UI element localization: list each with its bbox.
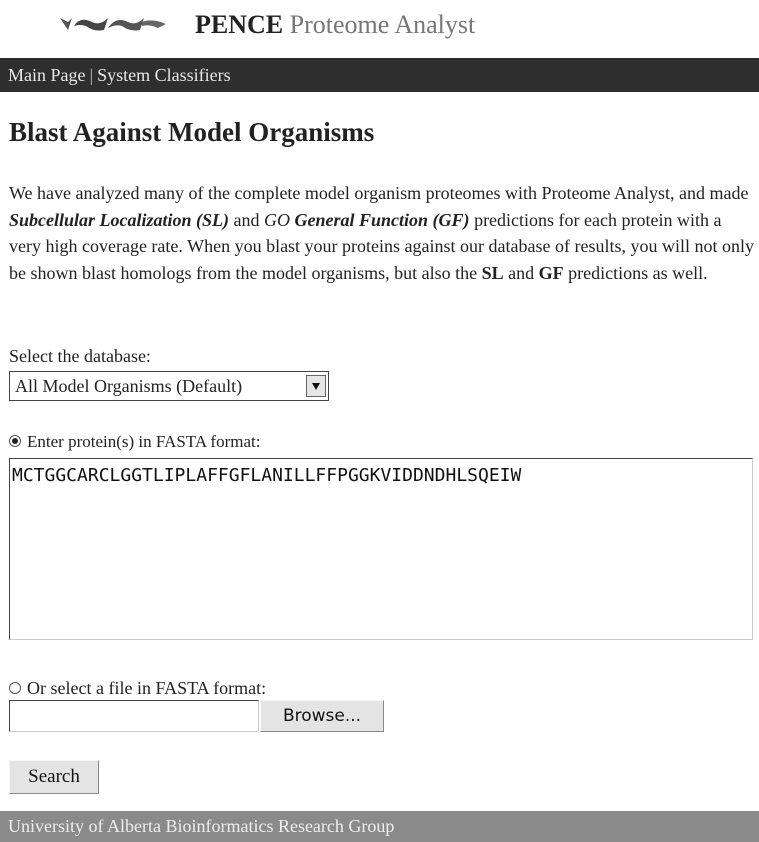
fasta-file-option[interactable]: Or select a file in FASTA format: (9, 677, 266, 699)
description-text: predictions as well. (563, 262, 708, 283)
description-text: We have analyzed many of the complete mo… (9, 183, 749, 203)
brand-name-bold: PENCE (195, 10, 284, 39)
database-select[interactable]: All Model Organisms (Default) (9, 371, 329, 401)
pence-logo-icon (60, 18, 166, 31)
nav-link-main-page[interactable]: Main Page (8, 65, 85, 85)
footer-bar: University of Alberta Bioinformatics Res… (0, 811, 759, 842)
brand-title[interactable]: PENCE Proteome Analyst (195, 10, 475, 40)
page-title: Blast Against Model Organisms (9, 117, 375, 147)
site-header: PENCE Proteome Analyst (0, 0, 759, 56)
go-term: GO (264, 209, 291, 230)
nav-link-system-classifiers[interactable]: System Classifiers (97, 65, 231, 85)
sl-term: Subcellular Localization (SL) (9, 209, 230, 230)
fasta-text-radio[interactable] (9, 435, 21, 448)
fasta-file-radio-label: Or select a file in FASTA format: (27, 678, 267, 698)
brand-name-rest: Proteome Analyst (289, 10, 476, 39)
fasta-sequence-textarea[interactable]: MCTGGCARCLGGTLIPLAFFGFLANILLFFPGGKVIDDND… (9, 458, 753, 640)
chevron-down-icon[interactable] (306, 375, 326, 397)
description-text: and (229, 209, 265, 230)
file-path-input[interactable] (9, 700, 259, 732)
search-button[interactable]: Search (9, 760, 99, 794)
top-nav-bar: Main Page | System Classifiers (0, 58, 759, 92)
page-description: We have analyzed many of the complete mo… (9, 180, 757, 286)
gf-term: General Function (GF) (294, 209, 470, 230)
fasta-text-option[interactable]: Enter protein(s) in FASTA format: (9, 431, 260, 453)
nav-separator: | (89, 65, 94, 85)
fasta-text-radio-label: Enter protein(s) in FASTA format: (27, 432, 261, 451)
browse-button[interactable]: Browse... (260, 700, 384, 732)
database-select-value: All Model Organisms (Default) (15, 376, 243, 396)
description-text: and (503, 262, 539, 283)
sl-short-term: SL (481, 262, 504, 283)
fasta-file-radio[interactable] (9, 681, 21, 694)
gf-short-term: GF (538, 262, 564, 283)
database-select-label: Select the database: (9, 346, 151, 366)
